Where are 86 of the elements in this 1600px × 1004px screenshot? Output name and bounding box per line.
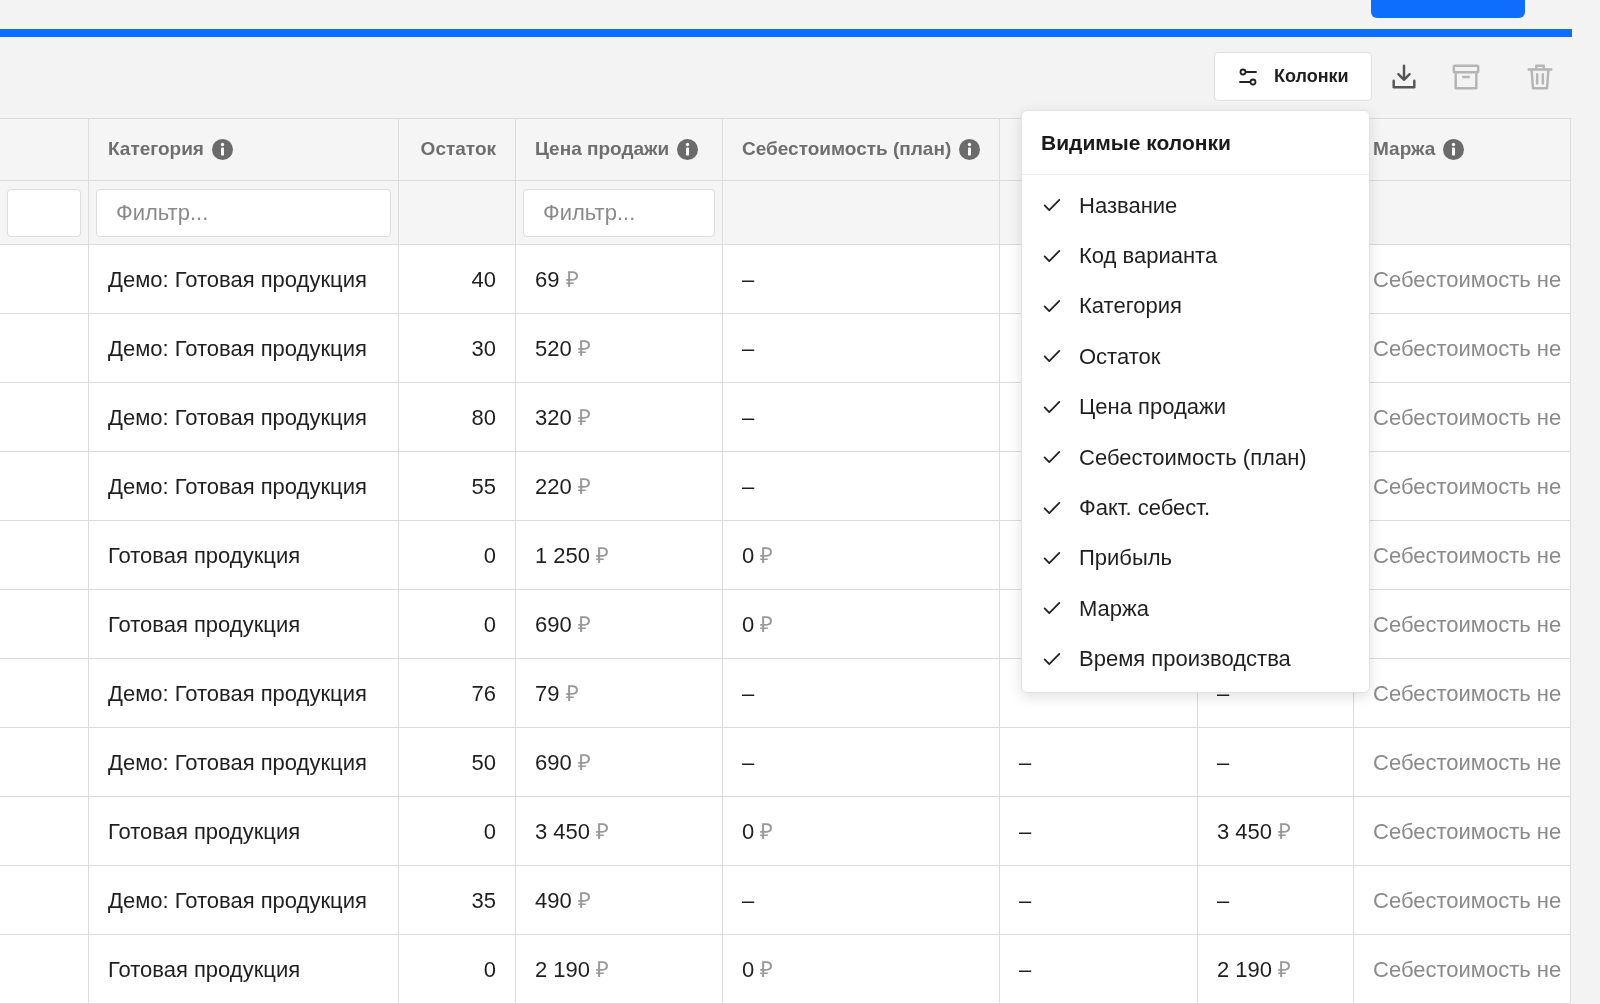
table-cell-text: 0 xyxy=(483,955,496,984)
table-cell-text: – xyxy=(1019,886,1032,915)
columns-button[interactable]: Колонки xyxy=(1214,52,1372,101)
menu-item[interactable]: Код варианта xyxy=(1022,230,1369,281)
table-cell-text: Демо: Готовая продукция xyxy=(108,265,367,294)
table-cell-text: Себестоимость не xyxy=(1373,886,1562,915)
table-cell-text: 220 ₽ xyxy=(535,472,591,501)
table-cell-text: Демо: Готовая продукция xyxy=(108,679,367,708)
table-cell-text: 1 250 ₽ xyxy=(535,541,610,570)
table-cell-text: – xyxy=(1019,817,1032,846)
table-cell-text: 0 xyxy=(483,541,496,570)
column-header[interactable]: Остаток xyxy=(420,135,496,164)
table-cell-text: – xyxy=(742,265,755,294)
menu-item[interactable]: Остаток xyxy=(1022,331,1369,382)
table-cell-text: Себестоимость не xyxy=(1373,955,1562,984)
column-header[interactable]: Категория xyxy=(108,135,204,164)
table-cell-text: Себестоимость не xyxy=(1373,403,1562,432)
table-cell-text: Готовая продукция xyxy=(108,817,301,846)
table-cell-text: Демо: Готовая продукция xyxy=(108,334,367,363)
table-cell-text: 0 ₽ xyxy=(742,817,774,846)
table-cell-text: 0 xyxy=(483,817,496,846)
table-cell-text: 690 ₽ xyxy=(535,748,591,777)
table-cell-text: – xyxy=(1019,955,1032,984)
filter-field[interactable] xyxy=(7,188,81,237)
table-cell-text: Себестоимость не xyxy=(1373,817,1562,846)
table-cell-text: 490 ₽ xyxy=(535,886,591,915)
table-cell-text: Себестоимость не xyxy=(1373,334,1562,363)
table-cell-text: 3 450 ₽ xyxy=(535,817,610,846)
table-cell-text: – xyxy=(742,748,755,777)
column-header[interactable]: Маржа xyxy=(1373,135,1436,164)
table-cell-text: – xyxy=(742,886,755,915)
filter-field[interactable]: Фильтр... xyxy=(96,188,391,237)
table-cell-text: 320 ₽ xyxy=(535,403,591,432)
table-cell-text: 79 ₽ xyxy=(535,679,579,708)
menu-item[interactable]: Маржа xyxy=(1022,583,1369,634)
info-icon[interactable] xyxy=(211,139,233,160)
table-cell-text: 3 450 ₽ xyxy=(1217,817,1292,846)
menu-item[interactable]: Цена продажи xyxy=(1022,381,1369,432)
menu-item[interactable]: Факт. себест. xyxy=(1022,482,1369,533)
info-icon[interactable] xyxy=(1443,139,1465,160)
table-cell-text: Себестоимость не xyxy=(1373,541,1562,570)
table-cell-text: Демо: Готовая продукция xyxy=(108,472,367,501)
table-cell-text: – xyxy=(742,472,755,501)
menu-item[interactable]: Название xyxy=(1022,180,1369,231)
table-cell-text: 55 xyxy=(471,472,496,501)
table-cell-text: – xyxy=(1217,748,1230,777)
table-cell-text: Себестоимость не xyxy=(1373,679,1562,708)
table-cell-text: – xyxy=(742,334,755,363)
table-cell-text: – xyxy=(742,403,755,432)
table-cell-text: Себестоимость не xyxy=(1373,472,1562,501)
table-cell-text: Себестоимость не xyxy=(1373,748,1562,777)
table-cell-text: 76 xyxy=(471,679,496,708)
menu-item[interactable]: Категория xyxy=(1022,280,1369,332)
table-cell-text: 0 ₽ xyxy=(742,955,774,984)
table-cell-text: 0 ₽ xyxy=(742,541,774,570)
table-cell-text: Демо: Готовая продукция xyxy=(108,886,367,915)
filter-field[interactable]: Фильтр... xyxy=(523,188,715,237)
table-cell-text: 40 xyxy=(471,265,496,294)
menu-title: Видимые колонки xyxy=(1041,129,1231,156)
table-cell-text: 2 190 ₽ xyxy=(1217,955,1292,984)
table-cell-text: Готовая продукция xyxy=(108,955,301,984)
table-cell-text: Демо: Готовая продукция xyxy=(108,748,367,777)
info-icon[interactable] xyxy=(959,139,981,160)
table-cell-text: 2 190 ₽ xyxy=(535,955,610,984)
table-cell-text: 30 xyxy=(471,334,496,363)
table-cell-text: 0 xyxy=(483,610,496,639)
table-cell-text: Готовая продукция xyxy=(108,541,301,570)
table-cell-text: – xyxy=(1019,748,1032,777)
table-cell-text: 80 xyxy=(471,403,496,432)
info-icon[interactable] xyxy=(677,139,699,160)
column-header[interactable]: Цена продажи xyxy=(535,135,670,164)
column-header[interactable]: Себестоимость (план) xyxy=(742,135,952,164)
table-cell-text: 520 ₽ xyxy=(535,334,591,363)
table-cell-text: 50 xyxy=(471,748,496,777)
table-cell-text: – xyxy=(1217,886,1230,915)
table-cell-text: 35 xyxy=(471,886,496,915)
table-cell-text: Демо: Готовая продукция xyxy=(108,403,367,432)
table-cell-text: 0 ₽ xyxy=(742,610,774,639)
table-cell-text: – xyxy=(742,679,755,708)
menu-item[interactable]: Прибыль xyxy=(1022,532,1369,584)
menu-item[interactable]: Себестоимость (план) xyxy=(1022,431,1369,483)
table-cell-text: Готовая продукция xyxy=(108,610,301,639)
table-cell-text: 690 ₽ xyxy=(535,610,591,639)
table-cell-text: Себестоимость не xyxy=(1373,265,1562,294)
table-cell-text: 69 ₽ xyxy=(535,265,579,294)
table-cell-text: Себестоимость не xyxy=(1373,610,1562,639)
